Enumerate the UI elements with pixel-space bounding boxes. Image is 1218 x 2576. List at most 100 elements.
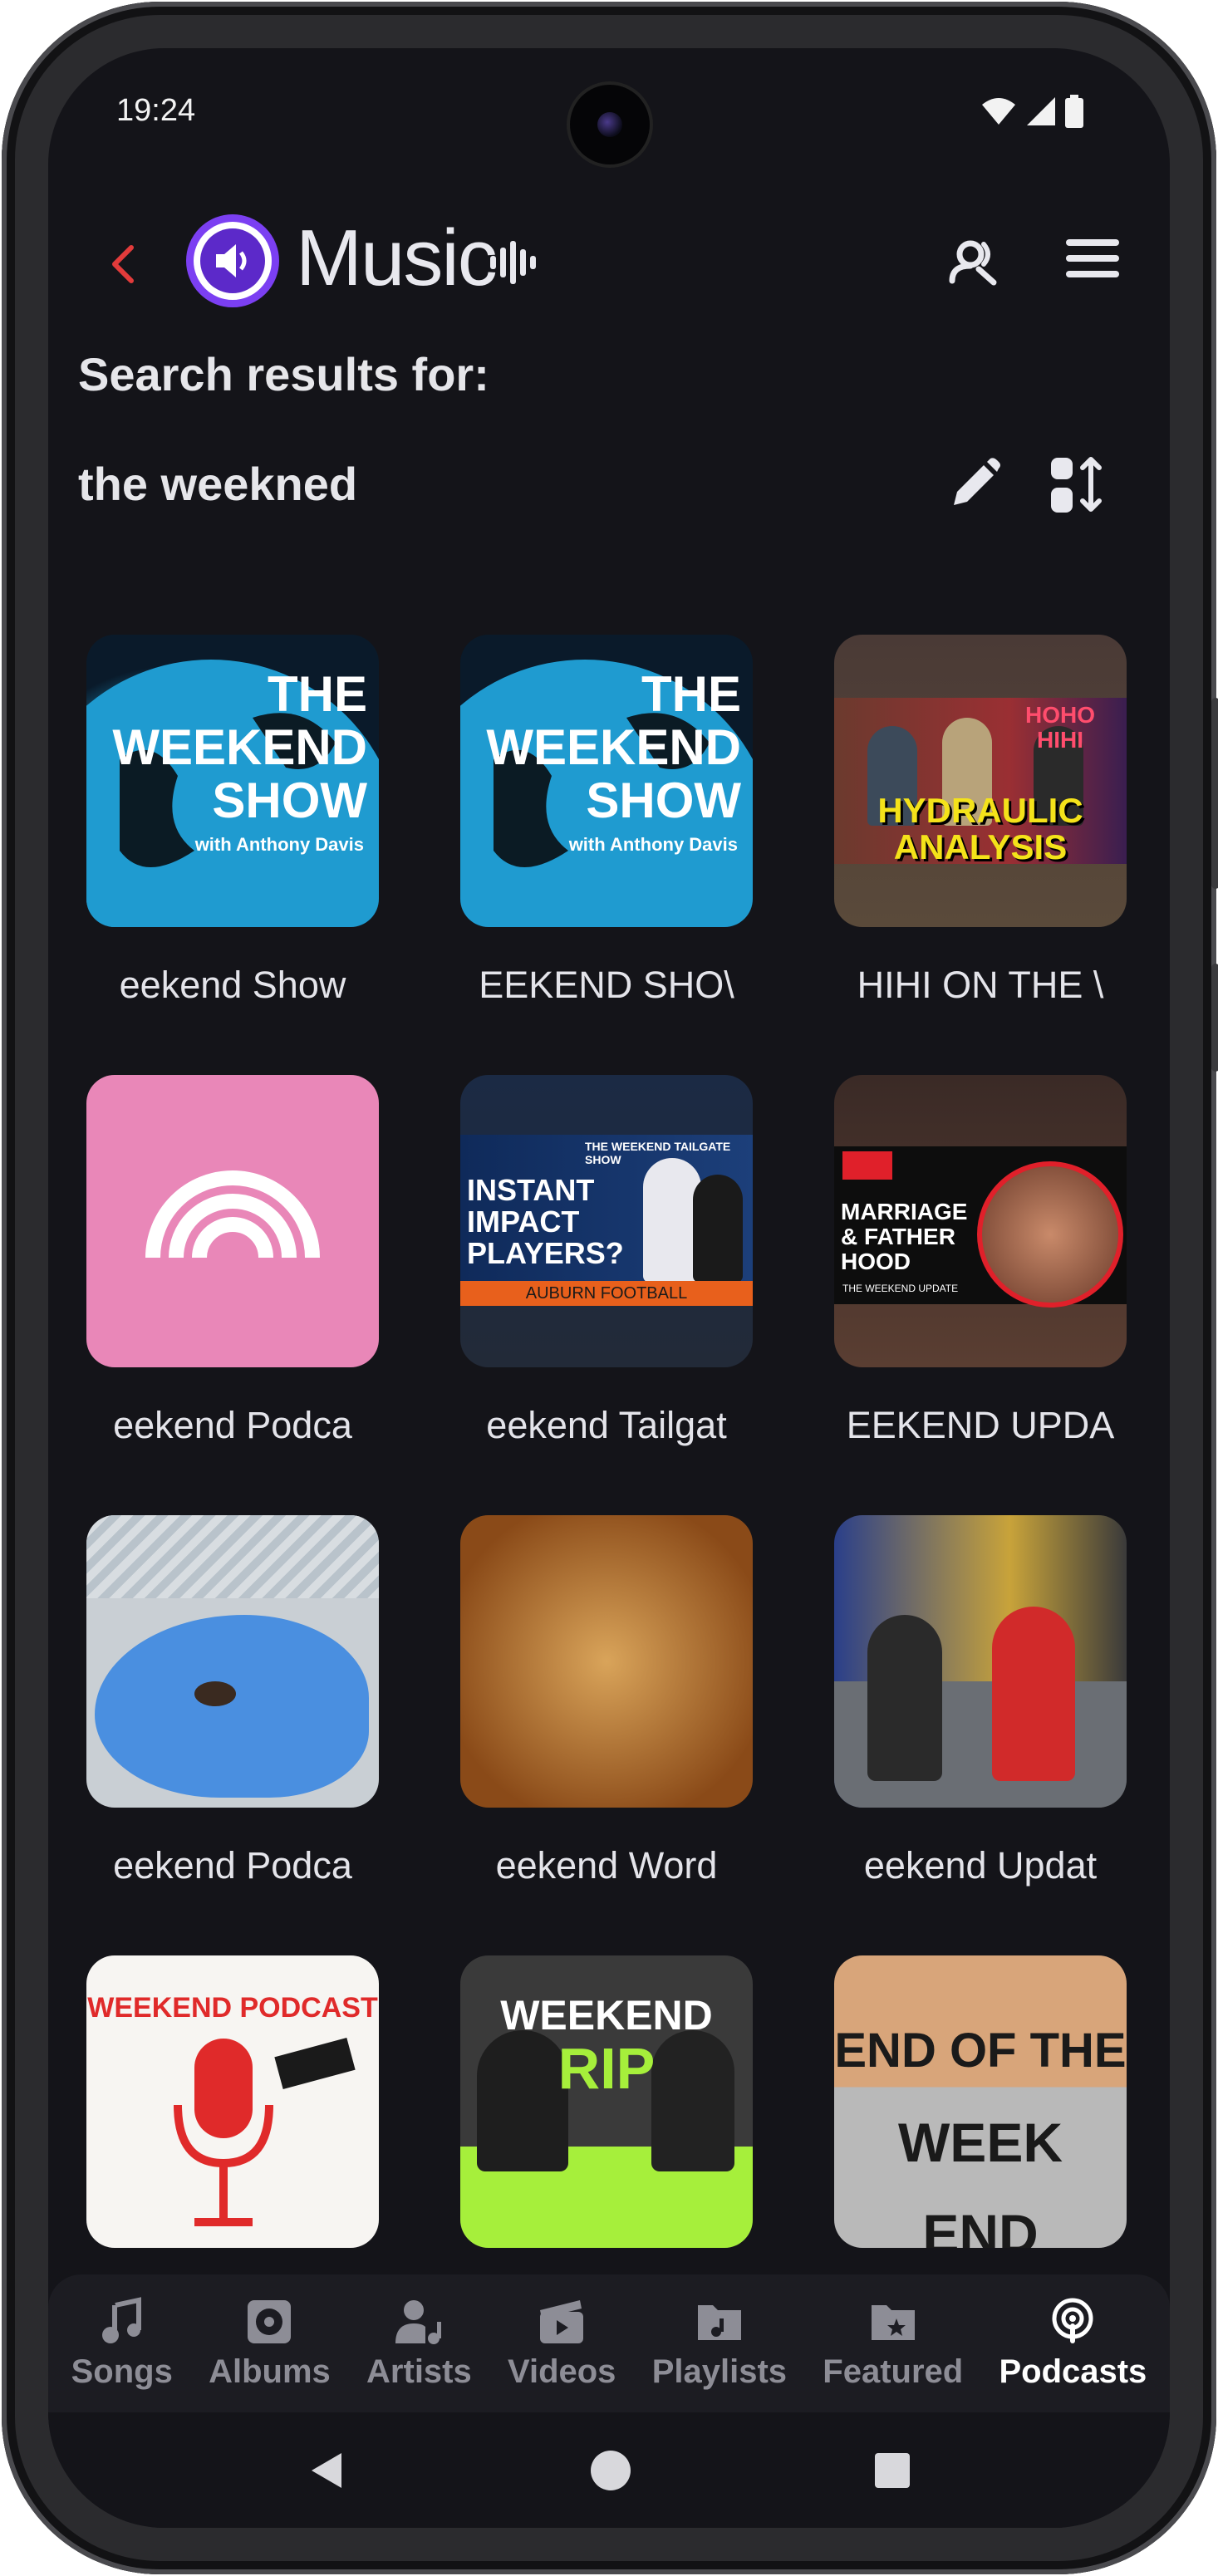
podcast-card[interactable]: THE WEEKEND TAILGATE SHOW INSTANT IMPACT… — [460, 1075, 753, 1447]
voice-search-icon — [949, 240, 997, 286]
speaker-icon — [216, 244, 247, 277]
music-note-icon — [101, 2296, 141, 2343]
nav-podcasts[interactable]: Podcasts — [999, 2297, 1147, 2391]
nav-artists[interactable]: Artists — [366, 2297, 472, 2391]
nav-videos[interactable]: Videos — [508, 2297, 616, 2391]
featured-icon — [871, 2304, 915, 2340]
thumb-text: SHOW — [586, 773, 741, 828]
thumb-text: HOOD — [841, 1249, 911, 1274]
podcast-title: eekend Word — [495, 1844, 718, 1887]
thumb-text: PLAYERS? — [467, 1236, 624, 1270]
menu-icon — [1066, 239, 1119, 277]
nav-featured[interactable]: Featured — [823, 2297, 963, 2391]
podcast-thumbnail: WEEKEND RIP — [460, 1955, 753, 2248]
podcast-title: EEKEND SHO\ — [479, 964, 734, 1006]
podcast-title: EEKEND UPDA — [846, 1404, 1115, 1446]
podcast-thumbnail: THE WEEKEND SHOW with Anthony Davis — [86, 635, 379, 927]
thumb-text: WEEKEND — [486, 719, 741, 775]
power-button — [1211, 964, 1218, 1072]
podcast-thumbnail: MARRIAGE & FATHER HOOD THE WEEKEND UPDAT… — [834, 1075, 1127, 1367]
podcast-arcs-icon — [145, 1170, 320, 1259]
thumb-text: ANALYSIS — [893, 827, 1068, 866]
thumb-subtext: with Anthony Davis — [568, 834, 738, 855]
podcast-thumbnail — [86, 1075, 379, 1367]
podcast-title: HIHI ON THE \ — [857, 964, 1104, 1006]
podcast-icon — [1052, 2298, 1093, 2343]
edit-query-button[interactable] — [937, 447, 1012, 522]
podcast-thumbnail: THE WEEKEND TAILGATE SHOW INSTANT IMPACT… — [460, 1075, 753, 1367]
podcast-card[interactable]: THE WEEKEND SHOW with Anthony Davis eeke… — [86, 635, 379, 1007]
search-query: the weekned — [78, 458, 358, 510]
status-time: 19:24 — [116, 93, 196, 128]
thumb-text: WEEK END — [898, 2112, 1063, 2248]
podcast-title: eekend Show — [119, 964, 346, 1006]
podcast-thumbnail — [834, 1515, 1127, 1808]
nav-label: Songs — [71, 2353, 173, 2390]
podcast-card[interactable]: eekend Podca — [86, 1515, 379, 1887]
thumb-text: INSTANT — [467, 1173, 595, 1207]
app-title: Music — [296, 213, 498, 302]
system-navigation-bar — [48, 2412, 1170, 2528]
back-arrow-icon — [112, 245, 134, 283]
podcast-card[interactable]: HOHO HIHI HYDRAULIC ANALYSIS HIHI ON THE… — [834, 635, 1127, 1007]
podcast-thumbnail — [460, 1515, 753, 1808]
podcast-card[interactable]: END OF THE WEEK END — [834, 1955, 1127, 2248]
sound-wave-icon — [490, 241, 536, 284]
thumb-text: IMPACT — [467, 1205, 580, 1239]
front-camera — [570, 85, 650, 164]
signal-icon — [1027, 97, 1055, 125]
podcast-card[interactable]: eekend Podca — [86, 1075, 379, 1447]
nav-albums[interactable]: Albums — [209, 2297, 331, 2391]
nav-playlists[interactable]: Playlists — [652, 2297, 787, 2391]
podcast-card[interactable]: WEEKEND PODCAST — [86, 1955, 379, 2248]
thumb-subtext: THE WEEKEND UPDATE — [842, 1283, 959, 1294]
system-home-icon[interactable] — [589, 2449, 632, 2492]
thumb-text: & FATHER — [841, 1224, 955, 1249]
thumb-text: HYDRAULIC — [877, 791, 1083, 830]
nav-label: Videos — [508, 2353, 616, 2390]
thumb-text: END OF THE — [834, 2024, 1127, 2078]
thumb-text: AUBURN FOOTBALL — [460, 1281, 753, 1306]
video-icon — [540, 2299, 584, 2343]
podcast-thumbnail: END OF THE WEEK END — [834, 1955, 1127, 2248]
app-logo — [186, 214, 279, 307]
nav-label: Artists — [366, 2353, 472, 2390]
menu-button[interactable] — [1055, 221, 1130, 296]
podcast-thumbnail: WEEKEND PODCAST — [86, 1955, 379, 2248]
bottom-navigation: Songs Albums Artists Videos Playlists Fe… — [48, 2274, 1170, 2412]
sort-icon — [1051, 457, 1102, 513]
thumb-text: THE — [268, 666, 367, 722]
podcast-thumbnail: HOHO HIHI HYDRAULIC ANALYSIS — [834, 635, 1127, 927]
podcast-card[interactable]: eekend Word — [460, 1515, 753, 1887]
nav-label: Playlists — [651, 2353, 788, 2390]
podcast-card[interactable]: MARRIAGE & FATHER HOOD THE WEEKEND UPDAT… — [834, 1075, 1127, 1447]
album-icon — [248, 2299, 292, 2343]
sort-button[interactable] — [1042, 447, 1117, 522]
podcast-card[interactable]: WEEKEND RIP — [460, 1955, 753, 2248]
search-results-label: Search results for: — [78, 348, 489, 400]
thumb-subtext: with Anthony Davis — [194, 834, 364, 855]
volume-button — [1211, 698, 1218, 889]
playlist-icon — [697, 2304, 741, 2340]
thumb-text: HOHO HIHI — [1025, 702, 1095, 753]
podcast-card[interactable]: THE WEEKEND SHOW with Anthony Davis EEKE… — [460, 635, 753, 1007]
voice-search-button[interactable] — [937, 221, 1012, 296]
podcast-title: eekend Podca — [113, 1404, 352, 1446]
artist-icon — [395, 2299, 442, 2344]
podcast-thumbnail: THE WEEKEND SHOW with Anthony Davis — [460, 635, 753, 927]
nav-label: Featured — [823, 2353, 964, 2390]
thumb-text: MARRIAGE — [841, 1199, 968, 1224]
system-recents-icon[interactable] — [873, 2451, 911, 2490]
podcast-thumbnail — [86, 1515, 379, 1808]
thumb-text: SHOW — [212, 773, 367, 828]
thumb-text: THE — [641, 666, 741, 722]
nav-label: Albums — [209, 2353, 331, 2390]
back-button[interactable] — [98, 238, 151, 291]
system-back-icon[interactable] — [307, 2450, 348, 2491]
podcast-title: eekend Podca — [113, 1844, 352, 1887]
thumb-text: WEEKEND — [112, 719, 367, 775]
status-icons — [980, 95, 1083, 128]
nav-songs[interactable]: Songs — [71, 2296, 173, 2391]
podcast-card[interactable]: eekend Updat — [834, 1515, 1127, 1887]
microphone-icon — [174, 2038, 356, 2226]
